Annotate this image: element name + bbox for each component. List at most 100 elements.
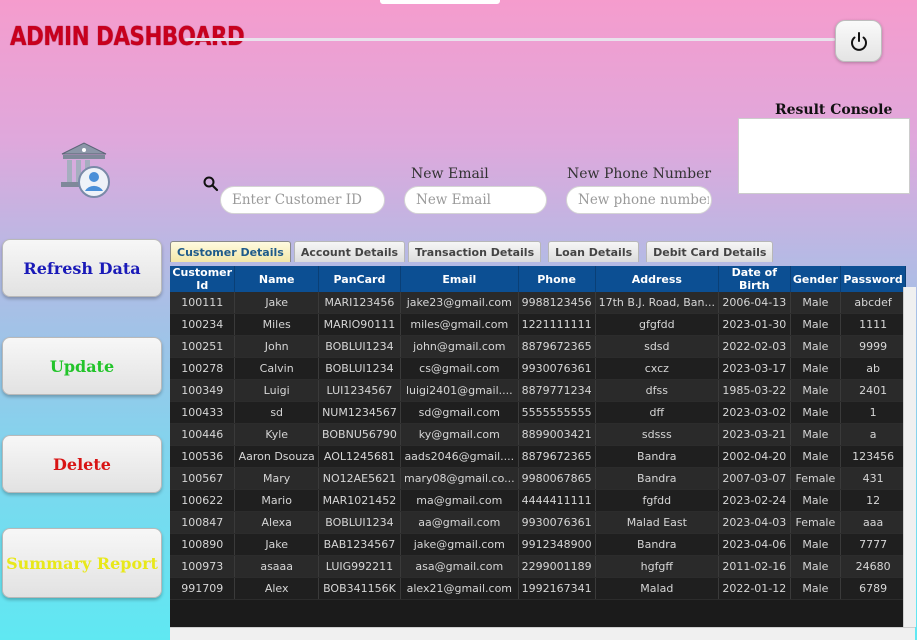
table-cell[interactable]: 100536: [170, 445, 236, 468]
column-header[interactable]: Phone: [518, 266, 596, 292]
table-cell[interactable]: 100890: [170, 533, 236, 556]
table-cell[interactable]: ky@gmail.com: [400, 423, 519, 446]
table-cell[interactable]: Male: [790, 357, 842, 380]
table-cell[interactable]: sd: [234, 401, 319, 424]
table-cell[interactable]: aads2046@gmail....: [400, 445, 519, 468]
table-cell[interactable]: 100278: [170, 357, 236, 380]
table-cell[interactable]: 9999: [840, 335, 906, 358]
summary-report-button[interactable]: Summary Report: [2, 528, 162, 598]
table-cell[interactable]: alex21@gmail.com: [400, 577, 519, 600]
table-cell[interactable]: 1221111111: [518, 313, 596, 336]
table-cell[interactable]: Female: [790, 467, 842, 490]
table-cell[interactable]: John: [234, 335, 319, 358]
table-row[interactable]: 100349 Luigi LUI1234567 luigi2401@gmail....…: [170, 379, 906, 402]
column-header[interactable]: PanCard: [318, 266, 402, 292]
table-cell[interactable]: hgfgff: [595, 555, 720, 578]
table-cell[interactable]: Male: [790, 313, 842, 336]
table-cell[interactable]: Bandra: [595, 445, 720, 468]
column-header[interactable]: Address: [595, 266, 720, 292]
table-cell[interactable]: 100433: [170, 401, 236, 424]
table-cell[interactable]: NO12AE5621: [318, 467, 402, 490]
table-cell[interactable]: Bandra: [595, 467, 720, 490]
new-email-input[interactable]: [404, 186, 547, 214]
table-row[interactable]: 100973 asaaa LUIG992211 asa@gmail.com 229900…: [170, 555, 906, 578]
table-cell[interactable]: asaaa: [234, 555, 319, 578]
table-cell[interactable]: luigi2401@gmail....: [400, 379, 519, 402]
table-cell[interactable]: Male: [790, 423, 842, 446]
table-cell[interactable]: Male: [790, 445, 842, 468]
table-cell[interactable]: Malad: [595, 577, 720, 600]
table-cell[interactable]: 6789: [840, 577, 906, 600]
horizontal-scrollbar[interactable]: [170, 627, 915, 640]
delete-button[interactable]: Delete: [2, 435, 162, 493]
tab-transaction-details[interactable]: Transaction Details: [408, 241, 542, 262]
table-cell[interactable]: Male: [790, 335, 842, 358]
table-cell[interactable]: LUI1234567: [318, 379, 402, 402]
table-cell[interactable]: 1985-03-22: [718, 379, 791, 402]
table-cell[interactable]: abcdef: [840, 292, 906, 314]
table-cell[interactable]: Luigi: [234, 379, 319, 402]
table-cell[interactable]: 100349: [170, 379, 236, 402]
table-cell[interactable]: 431: [840, 467, 906, 490]
table-cell[interactable]: 100622: [170, 489, 236, 512]
tab-loan-details[interactable]: Loan Details: [548, 241, 640, 262]
table-cell[interactable]: 8879771234: [518, 379, 596, 402]
refresh-data-button[interactable]: Refresh Data: [2, 239, 162, 297]
table-cell[interactable]: 100973: [170, 555, 236, 578]
table-cell[interactable]: 2022-01-12: [718, 577, 791, 600]
table-cell[interactable]: 9930076361: [518, 511, 596, 534]
column-header[interactable]: Password: [840, 266, 906, 292]
table-cell[interactable]: 9980067865: [518, 467, 596, 490]
table-cell[interactable]: dff: [595, 401, 720, 424]
table-cell[interactable]: 100446: [170, 423, 236, 446]
update-button[interactable]: Update: [2, 337, 162, 395]
tab-debit-card-details[interactable]: Debit Card Details: [646, 241, 774, 262]
table-cell[interactable]: 2022-02-03: [718, 335, 791, 358]
table-cell[interactable]: asa@gmail.com: [400, 555, 519, 578]
table-cell[interactable]: mary08@gmail.co...: [400, 467, 519, 490]
table-cell[interactable]: 100567: [170, 467, 236, 490]
table-cell[interactable]: a: [840, 423, 906, 446]
table-cell[interactable]: BOBLUI1234: [318, 357, 402, 380]
table-cell[interactable]: Female: [790, 511, 842, 534]
table-row[interactable]: 100278 Calvin BOBLUI1234 cs@gmail.com 993007…: [170, 357, 906, 380]
table-cell[interactable]: jake23@gmail.com: [400, 292, 519, 314]
table-row[interactable]: 100890 Jake BAB1234567 jake@gmail.com 991234…: [170, 533, 906, 556]
table-cell[interactable]: 1992167341: [518, 577, 596, 600]
table-cell[interactable]: fgfdd: [595, 489, 720, 512]
table-cell[interactable]: sd@gmail.com: [400, 401, 519, 424]
table-cell[interactable]: Male: [790, 401, 842, 424]
table-cell[interactable]: cs@gmail.com: [400, 357, 519, 380]
table-cell[interactable]: BOB341156K: [318, 577, 402, 600]
table-cell[interactable]: 991709: [170, 577, 236, 600]
new-phone-input[interactable]: [566, 186, 712, 214]
table-cell[interactable]: NUM1234567: [318, 401, 402, 424]
table-cell[interactable]: 2023-03-02: [718, 401, 791, 424]
column-header[interactable]: Customer Id: [170, 266, 236, 292]
table-row[interactable]: 100433 sd NUM1234567 sd@gmail.com 5555555555…: [170, 401, 906, 424]
table-cell[interactable]: Jake: [234, 292, 319, 314]
table-cell[interactable]: BAB1234567: [318, 533, 402, 556]
column-header[interactable]: Name: [234, 266, 319, 292]
tab-account-details[interactable]: Account Details: [293, 241, 406, 262]
table-cell[interactable]: 12: [840, 489, 906, 512]
table-cell[interactable]: 100234: [170, 313, 236, 336]
table-cell[interactable]: gfgfdd: [595, 313, 720, 336]
tab-customer-details[interactable]: Customer Details: [170, 241, 291, 262]
table-row[interactable]: 100536 Aaron Dsouza AOL1245681 aads2046@gma…: [170, 445, 906, 468]
table-cell[interactable]: Alex: [234, 577, 319, 600]
table-cell[interactable]: 9912348900: [518, 533, 596, 556]
table-cell[interactable]: 2023-03-21: [718, 423, 791, 446]
table-cell[interactable]: 7777: [840, 533, 906, 556]
table-cell[interactable]: Male: [790, 577, 842, 600]
table-cell[interactable]: 17th B.J. Road, Ban...: [595, 292, 720, 314]
table-cell[interactable]: sdsss: [595, 423, 720, 446]
table-cell[interactable]: miles@gmail.com: [400, 313, 519, 336]
table-cell[interactable]: 8879672365: [518, 335, 596, 358]
table-cell[interactable]: 2023-03-17: [718, 357, 791, 380]
table-cell[interactable]: Malad East: [595, 511, 720, 534]
table-row[interactable]: 100446 Kyle BOBNU56790 ky@gmail.com 88990034…: [170, 423, 906, 446]
table-cell[interactable]: BOBLUI1234: [318, 335, 402, 358]
table-row[interactable]: 100567 Mary NO12AE5621 mary08@gmail.co... 99…: [170, 467, 906, 490]
table-cell[interactable]: 123456: [840, 445, 906, 468]
